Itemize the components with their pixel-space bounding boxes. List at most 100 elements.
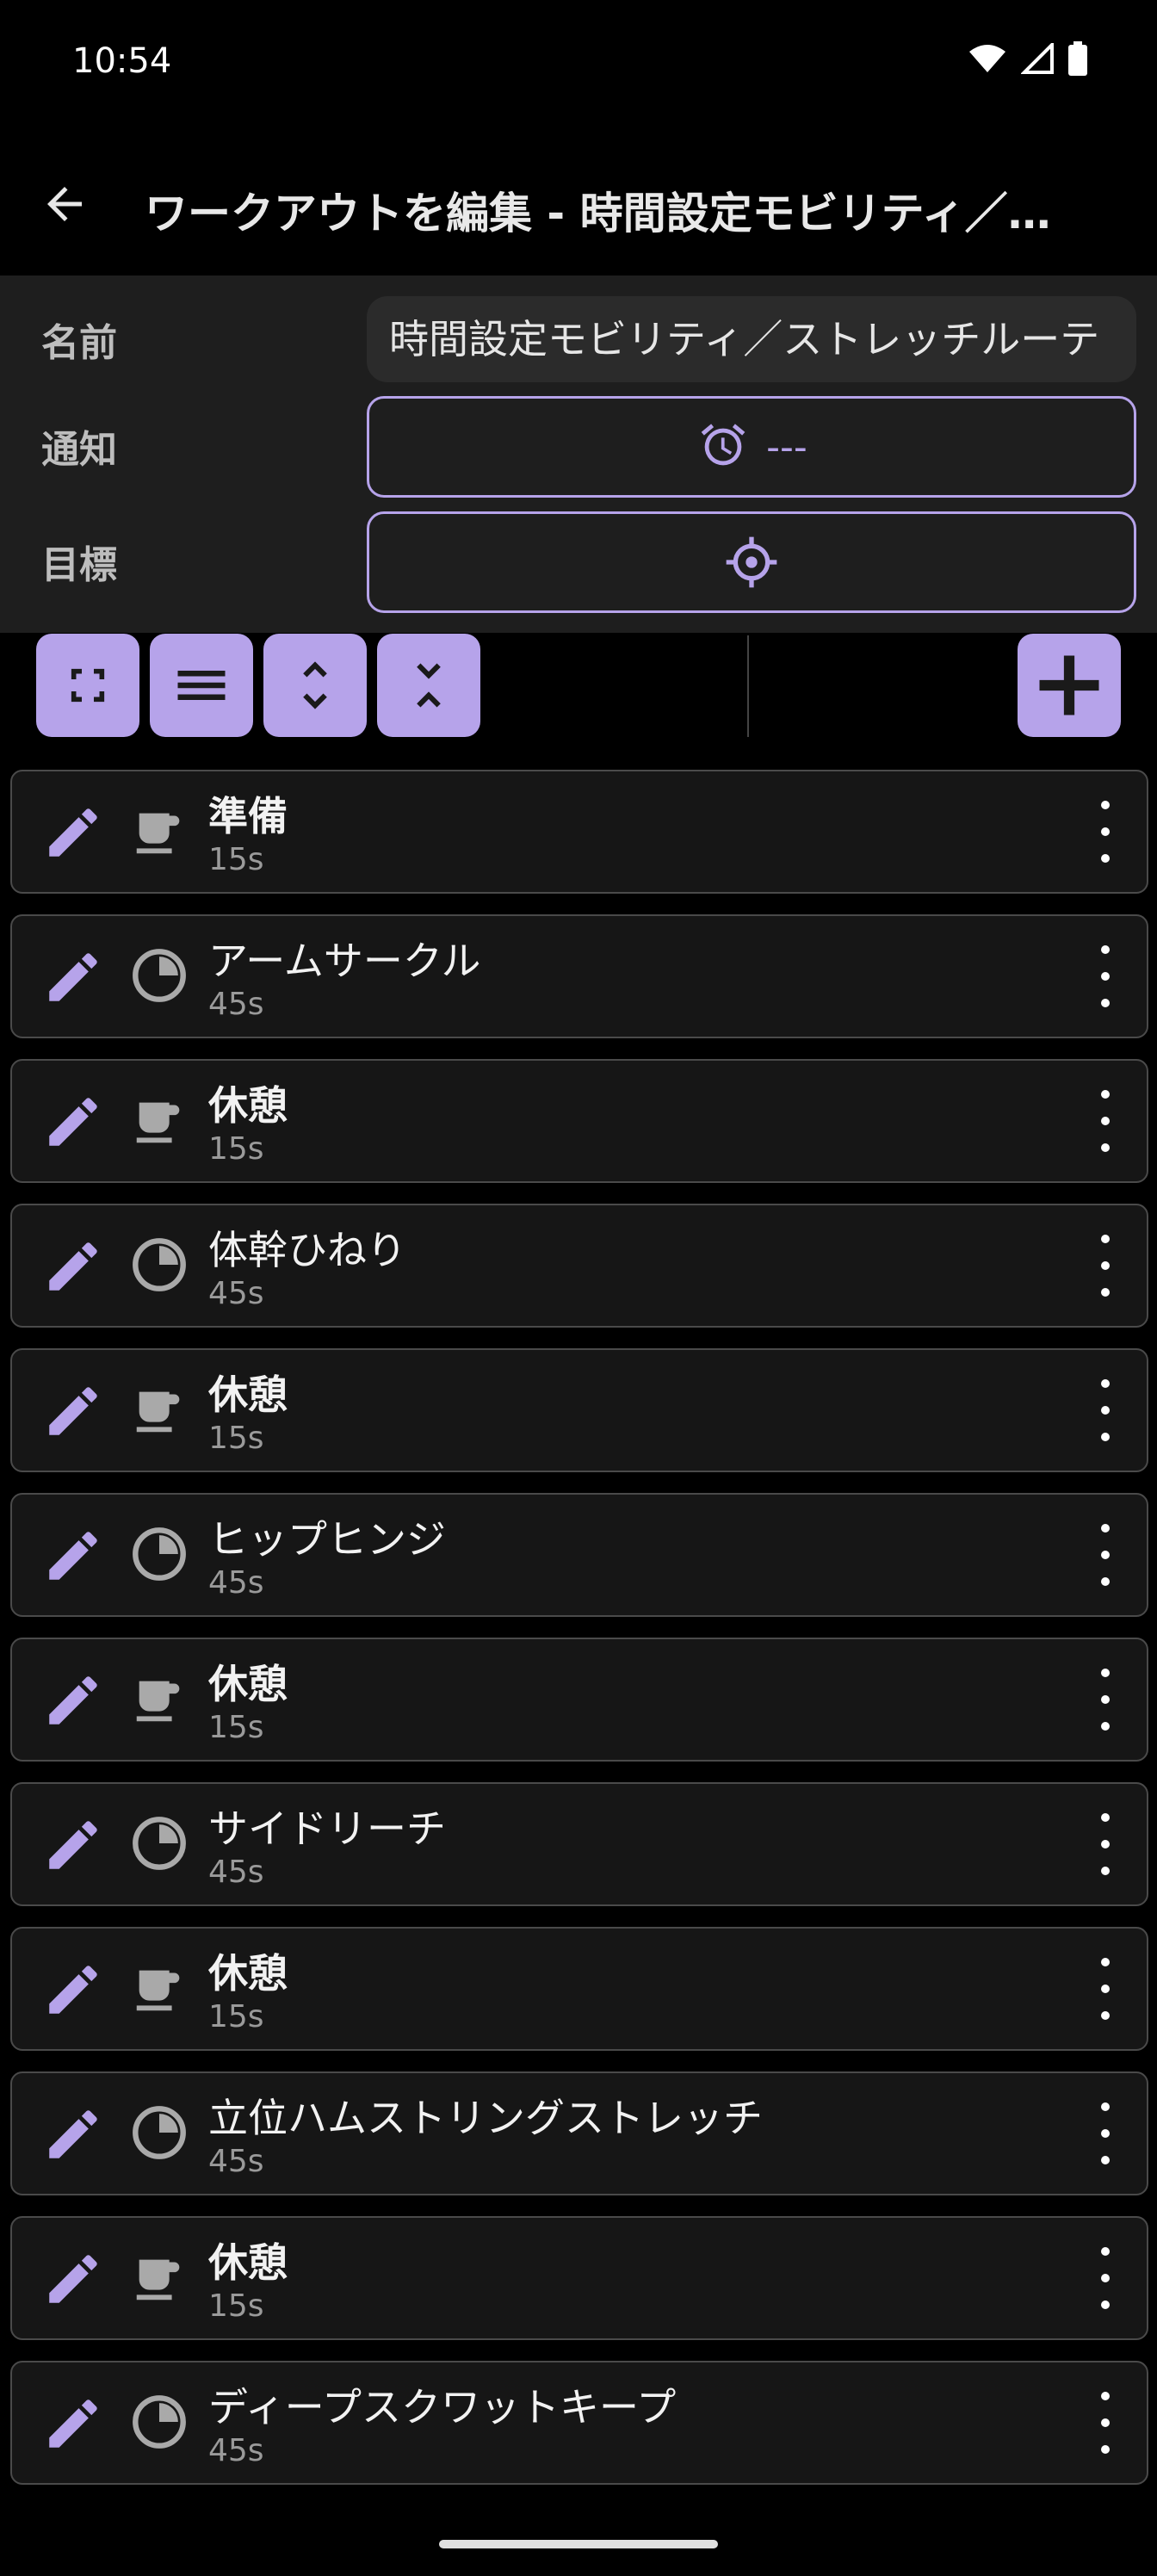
step-duration: 15s — [208, 1421, 264, 1456]
edit-button[interactable] — [41, 1235, 105, 1298]
goal-label: 目標 — [41, 543, 117, 587]
timer-pie-icon — [133, 1527, 186, 1581]
pencil-icon — [49, 2255, 97, 2303]
coffee-cup-icon — [136, 1970, 180, 2011]
more-options-button[interactable] — [1088, 1090, 1123, 1152]
edit-button[interactable] — [41, 1669, 105, 1732]
notification-button[interactable]: --- — [367, 396, 1136, 498]
edit-button[interactable] — [41, 2102, 105, 2166]
app-bar: ワークアウトを編集 - 時間設定モビリティ／… — [0, 138, 1157, 276]
battery-icon — [1068, 41, 1087, 76]
timer-type-icon — [129, 1235, 189, 1295]
step-duration: 45s — [208, 1855, 264, 1890]
alarm-icon — [701, 424, 746, 466]
step-duration: 15s — [208, 1710, 264, 1745]
more-options-button[interactable] — [1088, 2102, 1123, 2164]
edit-button[interactable] — [41, 1090, 105, 1154]
expand-all-button[interactable] — [263, 634, 367, 737]
collapse-icon — [417, 663, 441, 708]
status-bar: 10:54 — [0, 0, 1157, 129]
step-duration: 45s — [208, 987, 264, 1022]
edit-button[interactable] — [41, 2392, 105, 2455]
list-item[interactable]: 休憩 15s — [10, 1638, 1148, 1762]
more-options-button[interactable] — [1088, 2392, 1123, 2454]
expand-icon — [303, 661, 327, 709]
step-name: 休憩 — [208, 1661, 288, 1707]
list-item[interactable]: ディープスクワットキープ 45s — [10, 2361, 1148, 2485]
edit-button[interactable] — [41, 1813, 105, 1877]
timer-type-icon — [129, 2102, 189, 2163]
more-options-button[interactable] — [1088, 1379, 1123, 1441]
target-icon — [726, 536, 777, 588]
edit-button[interactable] — [41, 945, 105, 1009]
step-name: ディープスクワットキープ — [208, 2384, 677, 2430]
timer-type-icon — [129, 945, 189, 1006]
step-duration: 15s — [208, 1131, 264, 1167]
step-duration: 45s — [208, 2144, 264, 2179]
edit-button[interactable] — [41, 1958, 105, 2022]
more-options-button[interactable] — [1088, 1958, 1123, 2020]
step-duration: 15s — [208, 1999, 264, 2034]
more-options-button[interactable] — [1088, 945, 1123, 1007]
more-options-button[interactable] — [1088, 1813, 1123, 1875]
wifi-icon — [969, 45, 1005, 72]
pencil-icon — [49, 1966, 97, 2014]
step-name: 体幹ひねり — [208, 1227, 406, 1273]
step-name: 立位ハムストリングストレッチ — [208, 2095, 763, 2141]
step-duration: 45s — [208, 1565, 264, 1601]
step-name: 休憩 — [208, 1372, 288, 1418]
rest-type-icon — [129, 1379, 189, 1440]
step-name: アームサークル — [208, 938, 481, 984]
timer-type-icon — [129, 1524, 189, 1584]
edit-button[interactable] — [41, 1379, 105, 1443]
edit-button[interactable] — [41, 2247, 105, 2311]
more-options-button[interactable] — [1088, 1669, 1123, 1731]
list-item[interactable]: 休憩 15s — [10, 2216, 1148, 2340]
step-name: 休憩 — [208, 1950, 288, 1997]
step-name: 準備 — [208, 793, 288, 839]
rest-type-icon — [129, 2247, 189, 2307]
pencil-icon — [49, 1387, 97, 1435]
step-duration: 45s — [208, 2433, 264, 2468]
step-name: サイドリーチ — [208, 1805, 446, 1852]
edit-button[interactable] — [41, 801, 105, 864]
pencil-icon — [49, 808, 97, 857]
rest-type-icon — [129, 801, 189, 861]
timer-pie-icon — [133, 2106, 186, 2159]
collapse-all-button[interactable] — [377, 634, 480, 737]
pencil-icon — [49, 1532, 97, 1580]
add-icon — [1039, 655, 1099, 715]
back-button[interactable] — [34, 174, 95, 234]
pencil-icon — [49, 1098, 97, 1146]
add-button[interactable] — [1018, 634, 1121, 737]
step-duration: 15s — [208, 2288, 264, 2324]
list-item[interactable]: 立位ハムストリングストレッチ 45s — [10, 2071, 1148, 2195]
list-item[interactable]: 休憩 15s — [10, 1927, 1148, 2051]
rest-type-icon — [129, 1669, 189, 1729]
coffee-cup-icon — [136, 1681, 180, 1722]
coffee-cup-icon — [136, 1102, 180, 1143]
timer-pie-icon — [133, 949, 186, 1002]
list-item[interactable]: サイドリーチ 45s — [10, 1782, 1148, 1906]
step-name: 休憩 — [208, 2239, 288, 2286]
list-item[interactable]: 体幹ひねり 45s — [10, 1204, 1148, 1328]
pencil-icon — [49, 1242, 97, 1291]
list-item[interactable]: 準備 15s — [10, 770, 1148, 894]
step-duration: 15s — [208, 842, 264, 877]
edit-button[interactable] — [41, 1524, 105, 1588]
list-item[interactable]: 休憩 15s — [10, 1059, 1148, 1183]
pencil-icon — [49, 1821, 97, 1869]
fullscreen-button[interactable] — [36, 634, 139, 737]
name-field[interactable]: 時間設定モビリティ／ストレッチルーテ — [367, 296, 1136, 382]
reorder-button[interactable] — [150, 634, 253, 737]
list-item[interactable]: 休憩 15s — [10, 1348, 1148, 1472]
rest-type-icon — [129, 1958, 189, 2018]
navigation-handle[interactable] — [439, 2540, 718, 2548]
goal-button[interactable] — [367, 511, 1136, 613]
more-options-button[interactable] — [1088, 1524, 1123, 1586]
list-item[interactable]: ヒップヒンジ 45s — [10, 1493, 1148, 1617]
more-options-button[interactable] — [1088, 2247, 1123, 2309]
more-options-button[interactable] — [1088, 1235, 1123, 1297]
more-options-button[interactable] — [1088, 801, 1123, 863]
list-item[interactable]: アームサークル 45s — [10, 914, 1148, 1038]
